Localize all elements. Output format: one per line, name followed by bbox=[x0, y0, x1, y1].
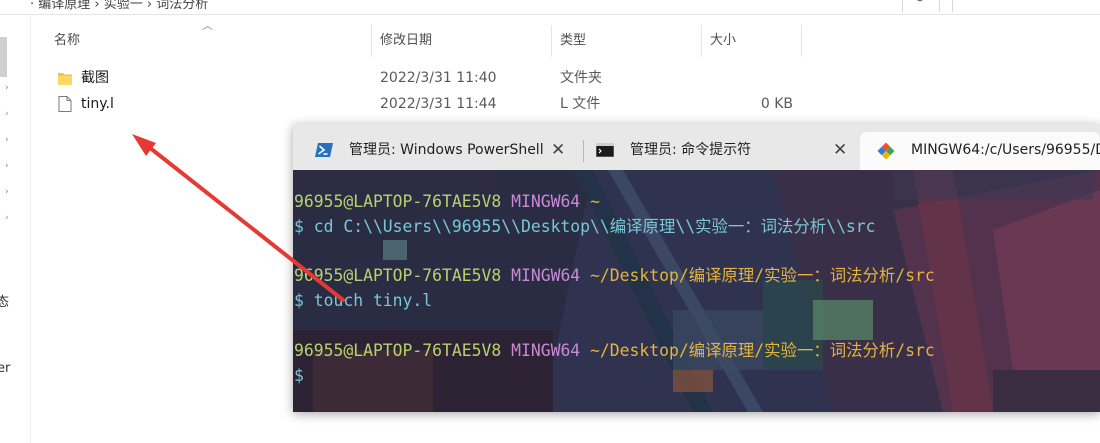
breadcrumb[interactable]: · 编译原理 › 实验一 › 词法分析 bbox=[30, 0, 208, 12]
file-row[interactable]: tiny.l 2022/3/31 11:44 L 文件 0 KB bbox=[40, 91, 800, 117]
column-header-name[interactable]: 名称 bbox=[40, 25, 372, 57]
file-type: L 文件 bbox=[560, 96, 601, 112]
file-size: 0 KB bbox=[760, 96, 793, 112]
chevron-right-icon[interactable]: › bbox=[5, 83, 9, 93]
command-prompt[interactable]: $ bbox=[294, 364, 935, 389]
prompt-path: ~/Desktop/编译原理/实验一：词法分析/src bbox=[580, 266, 935, 286]
tab-label: MINGW64:/c/Users/96955/D bbox=[911, 142, 1100, 158]
file-date: 2022/3/31 11:44 bbox=[380, 96, 497, 112]
prompt-line: 96955@LAPTOP-76TAE5V8 MINGW64 ~/Desktop/… bbox=[294, 339, 935, 364]
tab-powershell[interactable]: 管理员: Windows PowerShell ✕ bbox=[293, 132, 583, 170]
chevron-right-icon[interactable]: › bbox=[5, 135, 9, 145]
powershell-icon bbox=[315, 143, 333, 157]
chevron-right-icon[interactable]: › bbox=[5, 187, 9, 197]
file-name: tiny.l bbox=[81, 96, 114, 112]
close-icon[interactable]: ✕ bbox=[551, 132, 565, 168]
refresh-button[interactable]: ⟳ bbox=[902, 0, 940, 12]
tab-label: 管理员: Windows PowerShell bbox=[349, 142, 544, 158]
prompt-path: ~ bbox=[580, 192, 600, 211]
tab-cmd[interactable]: 管理员: 命令提示符 ✕ bbox=[574, 132, 854, 170]
column-header-label: 大小 bbox=[710, 33, 737, 48]
terminal-window[interactable]: 管理员: Windows PowerShell ✕ 管理员: 命令提示符 ✕ M… bbox=[293, 124, 1100, 412]
search-input[interactable] bbox=[952, 0, 1100, 12]
file-icon bbox=[58, 96, 72, 112]
prompt-user: 96955@LAPTOP-76TAE5V8 bbox=[294, 266, 502, 286]
file-type: 文件夹 bbox=[560, 70, 602, 86]
column-header-label: 修改日期 bbox=[380, 33, 433, 48]
command-line: $ cd C:\\Users\\96955\\Desktop\\编译原理\\实验… bbox=[294, 216, 876, 236]
prompt-user: 96955@LAPTOP-76TAE5V8 bbox=[294, 192, 502, 211]
prompt-user: 96955@LAPTOP-76TAE5V8 bbox=[294, 340, 502, 360]
arrow-head bbox=[132, 134, 156, 156]
git-icon bbox=[877, 142, 895, 160]
prompt-line: 96955@LAPTOP-76TAE5V8 MINGW64 ~ bbox=[294, 190, 935, 215]
nav-item-fragment[interactable]: 态 bbox=[0, 291, 9, 310]
column-header-label: 类型 bbox=[560, 33, 587, 48]
terminal-tab-bar: 管理员: Windows PowerShell ✕ 管理员: 命令提示符 ✕ M… bbox=[293, 124, 1100, 170]
file-row[interactable]: 截图 2022/3/31 11:40 文件夹 bbox=[40, 65, 800, 91]
close-icon[interactable]: ✕ bbox=[833, 132, 847, 168]
address-bar: · 编译原理 › 实验一 › 词法分析 ⟳ bbox=[0, 0, 1100, 15]
prompt-system: MINGW64 bbox=[501, 340, 581, 360]
navigation-pane: › › › › › › 态 er bbox=[0, 15, 31, 443]
file-date: 2022/3/31 11:40 bbox=[380, 70, 497, 86]
tab-mingw64[interactable]: MINGW64:/c/Users/96955/D bbox=[860, 132, 1100, 170]
prompt-path: ~/Desktop/编译原理/实验一：词法分析/src bbox=[580, 340, 935, 360]
prompt-system: MINGW64 bbox=[501, 192, 581, 211]
column-header-type[interactable]: 类型 bbox=[552, 25, 702, 57]
navigation-scrollbar[interactable] bbox=[0, 37, 7, 77]
column-headers: ︿ 名称 修改日期 类型 大小 bbox=[40, 19, 1100, 57]
terminal-output[interactable]: 96955@LAPTOP-76TAE5V8 MINGW64 ~ $ cd C:\… bbox=[293, 170, 1100, 412]
prompt-line: 96955@LAPTOP-76TAE5V8 MINGW64 ~/Desktop/… bbox=[294, 264, 935, 289]
column-header-label: 名称 bbox=[54, 33, 81, 48]
nav-item-fragment[interactable]: er bbox=[0, 361, 10, 376]
column-header-size[interactable]: 大小 bbox=[702, 25, 802, 57]
terminal-text: 96955@LAPTOP-76TAE5V8 MINGW64 ~ $ cd C:\… bbox=[294, 190, 935, 388]
chevron-right-icon[interactable]: › bbox=[5, 109, 9, 119]
folder-icon bbox=[58, 73, 72, 85]
cmd-icon bbox=[596, 143, 614, 157]
refresh-icon: ⟳ bbox=[915, 0, 927, 6]
chevron-right-icon[interactable]: › bbox=[5, 213, 9, 223]
chevron-right-icon[interactable]: › bbox=[5, 161, 9, 171]
file-name: 截图 bbox=[81, 70, 109, 86]
column-header-date[interactable]: 修改日期 bbox=[372, 25, 552, 57]
command-line: $ touch tiny.l bbox=[294, 291, 433, 311]
tab-label: 管理员: 命令提示符 bbox=[630, 142, 752, 158]
prompt-system: MINGW64 bbox=[501, 266, 581, 286]
